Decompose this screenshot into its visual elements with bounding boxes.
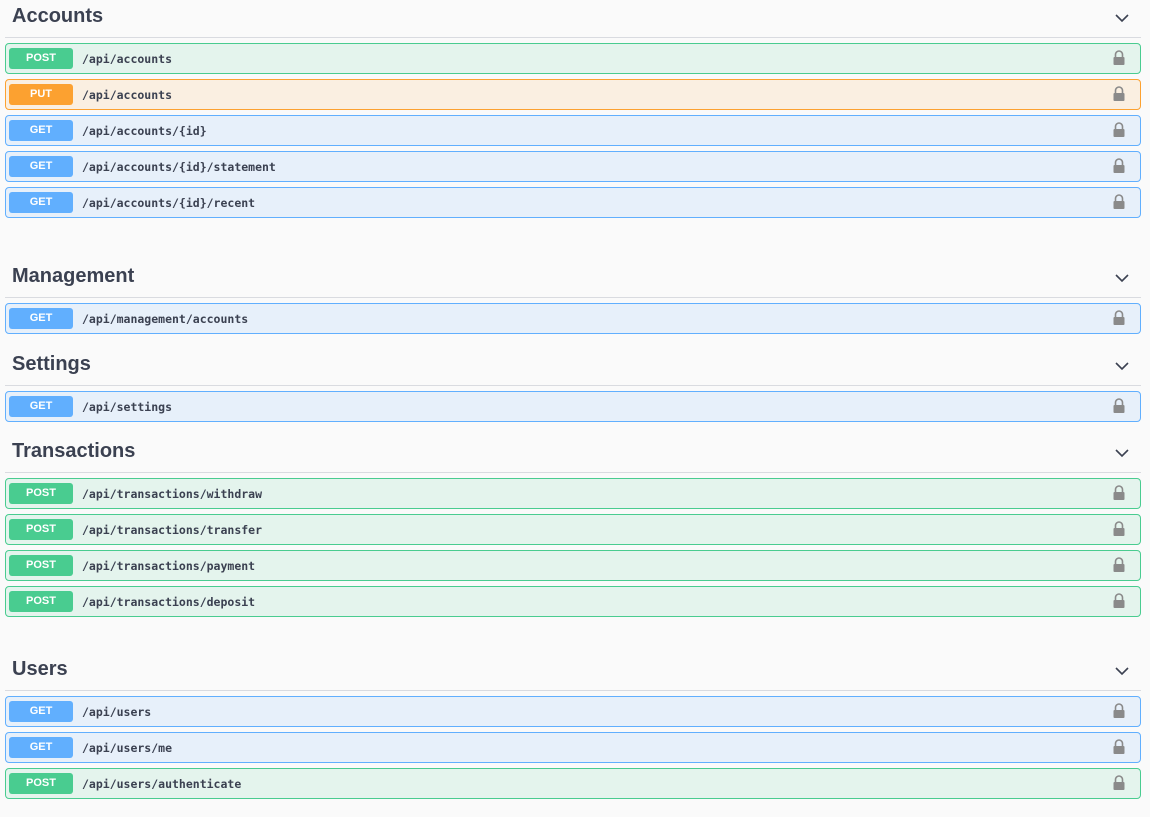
tag-header[interactable]: Accounts (5, 0, 1141, 38)
tag-section-users: Users GET/api/users GET/api/users/me POST/a… (0, 653, 1150, 799)
operation-row[interactable]: GET/api/accounts/{id}/recent (5, 187, 1141, 218)
operation-path: /api/users/authenticate (82, 777, 242, 791)
tag-section-settings: Settings GET/api/settings (0, 348, 1150, 422)
lock-icon[interactable] (1112, 557, 1126, 573)
chevron-down-icon[interactable] (1114, 663, 1130, 679)
lock-icon[interactable] (1112, 775, 1126, 791)
operation-row[interactable]: PUT/api/accounts (5, 79, 1141, 110)
operation-path: /api/transactions/withdraw (82, 487, 263, 501)
operation-row[interactable]: GET/api/accounts/{id} (5, 115, 1141, 146)
lock-icon[interactable] (1112, 50, 1126, 66)
method-badge: GET (9, 120, 73, 141)
lock-icon[interactable] (1112, 485, 1126, 501)
operation-row[interactable]: GET/api/management/accounts (5, 303, 1141, 334)
lock-icon[interactable] (1112, 122, 1126, 138)
tag-title: Transactions (12, 440, 136, 462)
lock-icon[interactable] (1112, 593, 1126, 609)
operation-path: /api/accounts (82, 52, 173, 66)
operation-path: /api/management/accounts (82, 312, 249, 326)
tag-section-transactions: Transactions POST/api/transactions/withdr… (0, 435, 1150, 617)
operation-path: /api/settings (82, 400, 173, 414)
tag-section-accounts: Accounts POST/api/accounts PUT/api/account… (0, 0, 1150, 218)
method-badge: POST (9, 519, 73, 540)
operation-row[interactable]: POST/api/users/authenticate (5, 768, 1141, 799)
tag-title: Users (12, 658, 68, 680)
chevron-down-icon[interactable] (1114, 358, 1130, 374)
method-badge: POST (9, 591, 73, 612)
tag-header[interactable]: Transactions (5, 435, 1141, 473)
method-badge: GET (9, 308, 73, 329)
lock-icon[interactable] (1112, 398, 1126, 414)
lock-icon[interactable] (1112, 521, 1126, 537)
lock-icon[interactable] (1112, 86, 1126, 102)
method-badge: PUT (9, 84, 73, 105)
operation-path: /api/accounts (82, 88, 173, 102)
tag-header[interactable]: Management (5, 260, 1141, 298)
operation-path: /api/users (82, 705, 152, 719)
method-badge: POST (9, 773, 73, 794)
operation-row[interactable]: GET/api/users (5, 696, 1141, 727)
method-badge: GET (9, 396, 73, 417)
operation-row[interactable]: POST/api/transactions/deposit (5, 586, 1141, 617)
lock-icon[interactable] (1112, 739, 1126, 755)
lock-icon[interactable] (1112, 703, 1126, 719)
tag-header[interactable]: Users (5, 653, 1141, 691)
operation-path: /api/accounts/{id} (82, 124, 207, 138)
chevron-down-icon[interactable] (1114, 445, 1130, 461)
lock-icon[interactable] (1112, 194, 1126, 210)
method-badge: GET (9, 737, 73, 758)
method-badge: GET (9, 156, 73, 177)
method-badge: POST (9, 555, 73, 576)
operation-row[interactable]: POST/api/transactions/transfer (5, 514, 1141, 545)
method-badge: POST (9, 483, 73, 504)
tag-section-management: Management GET/api/management/accounts (0, 260, 1150, 334)
operation-path: /api/accounts/{id}/statement (82, 160, 276, 174)
operation-path: /api/users/me (82, 741, 173, 755)
operation-row[interactable]: GET/api/users/me (5, 732, 1141, 763)
tag-title: Management (12, 265, 135, 287)
chevron-down-icon[interactable] (1114, 270, 1130, 286)
lock-icon[interactable] (1112, 158, 1126, 174)
method-badge: POST (9, 48, 73, 69)
tag-header[interactable]: Settings (5, 348, 1141, 386)
operation-row[interactable]: GET/api/settings (5, 391, 1141, 422)
method-badge: GET (9, 192, 73, 213)
operation-path: /api/transactions/payment (82, 559, 256, 573)
tag-title: Settings (12, 353, 91, 375)
api-operations-list: Accounts POST/api/accounts PUT/api/account… (0, 0, 1150, 817)
operation-row[interactable]: POST/api/transactions/payment (5, 550, 1141, 581)
chevron-down-icon[interactable] (1114, 10, 1130, 26)
operation-path: /api/transactions/deposit (82, 595, 256, 609)
operation-path: /api/accounts/{id}/recent (82, 196, 256, 210)
method-badge: GET (9, 701, 73, 722)
lock-icon[interactable] (1112, 310, 1126, 326)
operation-row[interactable]: POST/api/transactions/withdraw (5, 478, 1141, 509)
operation-path: /api/transactions/transfer (82, 523, 263, 537)
operation-row[interactable]: GET/api/accounts/{id}/statement (5, 151, 1141, 182)
tag-title: Accounts (12, 5, 104, 27)
operation-row[interactable]: POST/api/accounts (5, 43, 1141, 74)
